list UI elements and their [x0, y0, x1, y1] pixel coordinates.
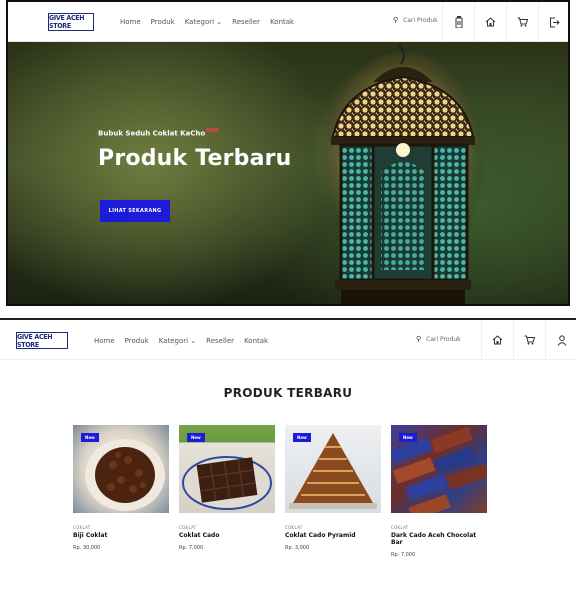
- bottle-icon[interactable]: [442, 2, 474, 42]
- new-badge: New: [187, 433, 205, 442]
- search-input[interactable]: Cari Produk: [426, 336, 461, 343]
- top-navbar: GIVE ACEH STORE Home Produk Kategori ⌄ R…: [8, 2, 568, 42]
- top-navbar-2: GIVE ACEH STORE Home Produk Kategori ⌄ R…: [0, 320, 576, 360]
- product-card[interactable]: New COKLAT Dark Cado Aceh Chocolat Bar R…: [391, 425, 487, 558]
- nav-icons: [442, 2, 568, 42]
- store-logo[interactable]: GIVE ACEH STORE: [48, 13, 94, 31]
- product-price: Rp. 7,000: [179, 545, 204, 551]
- product-card[interactable]: New COKLAT Biji Coklat Rp. 30,000: [73, 425, 169, 558]
- product-image[interactable]: New: [391, 425, 487, 513]
- menu-reseller[interactable]: Reseller: [206, 337, 234, 345]
- hero-banner: Bubuk Seduh Coklat KaChoNEW Produk Terba…: [8, 42, 568, 304]
- hero-screenshot: GIVE ACEH STORE Home Produk Kategori ⌄ R…: [6, 0, 570, 306]
- search-icon[interactable]: ⚲: [393, 16, 398, 24]
- cart-icon[interactable]: [513, 320, 545, 360]
- product-price: Rp. 7,000: [391, 552, 416, 558]
- cart-icon[interactable]: [506, 2, 538, 42]
- product-card[interactable]: New COKLAT Coklat Cado Rp. 7,000: [179, 425, 275, 558]
- menu-kontak[interactable]: Kontak: [270, 18, 294, 26]
- main-menu: Home Produk Kategori ⌄ Reseller Kontak: [120, 18, 304, 26]
- nav-icons-2: [481, 320, 576, 360]
- product-card[interactable]: New COKLAT Coklat Cado Pyramid Rp. 3,000: [285, 425, 381, 558]
- search-input[interactable]: Cari Produk: [403, 17, 438, 24]
- new-badge: New: [81, 433, 99, 442]
- product-image[interactable]: New: [179, 425, 275, 513]
- product-category: COKLAT: [285, 525, 303, 530]
- section-title: PRODUK TERBARU: [223, 386, 353, 400]
- product-category: COKLAT: [73, 525, 91, 530]
- shop-now-button[interactable]: LIHAT SEKARANG: [100, 200, 170, 222]
- home-icon[interactable]: [481, 320, 513, 360]
- menu-home[interactable]: Home: [94, 337, 115, 345]
- home-icon[interactable]: [474, 2, 506, 42]
- product-category: COKLAT: [179, 525, 197, 530]
- product-name[interactable]: Coklat Cado: [179, 532, 275, 539]
- product-category: COKLAT: [391, 525, 409, 530]
- new-badge: New: [293, 433, 311, 442]
- menu-kategori[interactable]: Kategori ⌄: [185, 18, 222, 26]
- hero-subtitle: Bubuk Seduh Coklat KaChoNEW: [98, 128, 219, 137]
- product-name[interactable]: Dark Cado Aceh Chocolat Bar: [391, 532, 487, 546]
- store-logo-2[interactable]: GIVE ACEH STORE: [16, 332, 68, 349]
- hero-subtitle-text: Bubuk Seduh Coklat KaCho: [98, 129, 206, 138]
- product-grid: New COKLAT Biji Coklat Rp. 30,000 New CO…: [73, 425, 497, 558]
- menu-kategori[interactable]: Kategori ⌄: [159, 337, 196, 345]
- menu-produk[interactable]: Produk: [151, 18, 175, 26]
- product-price: Rp. 3,000: [285, 545, 310, 551]
- menu-home[interactable]: Home: [120, 18, 141, 26]
- menu-kontak[interactable]: Kontak: [244, 337, 268, 345]
- menu-produk[interactable]: Produk: [125, 337, 149, 345]
- product-image[interactable]: New: [73, 425, 169, 513]
- product-name[interactable]: Biji Coklat: [73, 532, 169, 539]
- main-menu-2: Home Produk Kategori ⌄ Reseller Kontak: [94, 337, 278, 345]
- new-tag: NEW: [206, 128, 220, 134]
- product-name[interactable]: Coklat Cado Pyramid: [285, 532, 381, 539]
- logout-icon[interactable]: [538, 2, 568, 42]
- hero-title: Produk Terbaru: [98, 146, 292, 171]
- menu-reseller[interactable]: Reseller: [232, 18, 260, 26]
- product-price: Rp. 30,000: [73, 545, 101, 551]
- new-badge: New: [399, 433, 417, 442]
- product-image[interactable]: New: [285, 425, 381, 513]
- products-screenshot: GIVE ACEH STORE Home Produk Kategori ⌄ R…: [0, 318, 576, 602]
- search-box[interactable]: ⚲ Cari Produk: [393, 16, 438, 24]
- user-icon[interactable]: [545, 320, 576, 360]
- search-box-2[interactable]: ⚲ Cari Produk: [416, 335, 461, 343]
- search-icon[interactable]: ⚲: [416, 335, 421, 343]
- lantern-image: [323, 43, 483, 304]
